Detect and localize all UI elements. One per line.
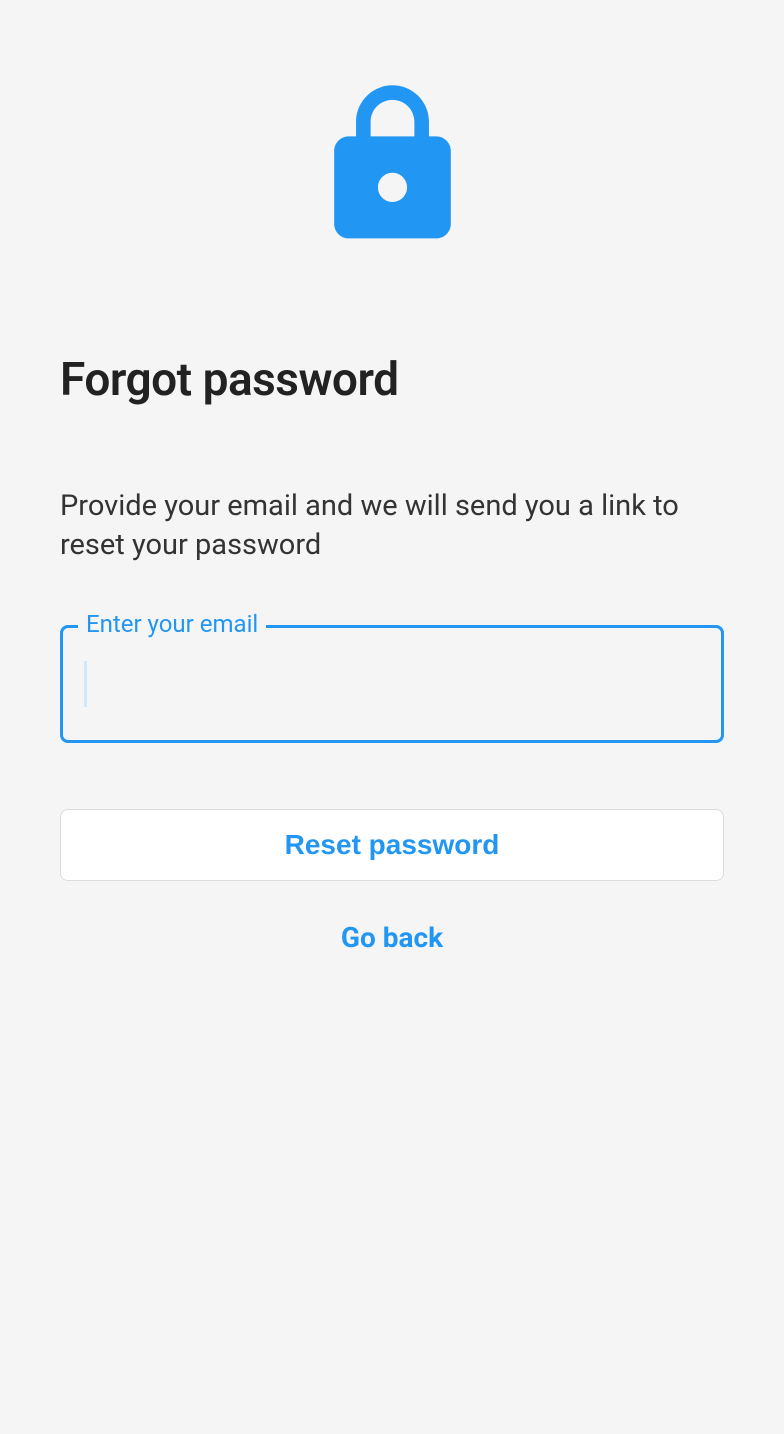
lock-icon-wrapper xyxy=(60,78,724,253)
forgot-password-screen: Forgot password Provide your email and w… xyxy=(0,0,784,954)
text-cursor xyxy=(84,661,87,707)
reset-password-button[interactable]: Reset password xyxy=(60,809,724,881)
page-title: Forgot password xyxy=(60,353,724,407)
email-field-label: Enter your email xyxy=(78,610,266,638)
email-field[interactable] xyxy=(60,625,724,743)
email-field-wrapper: Enter your email xyxy=(60,625,724,743)
instruction-text: Provide your email and we will send you … xyxy=(60,487,724,565)
go-back-link[interactable]: Go back xyxy=(60,921,724,954)
lock-icon xyxy=(305,78,480,253)
